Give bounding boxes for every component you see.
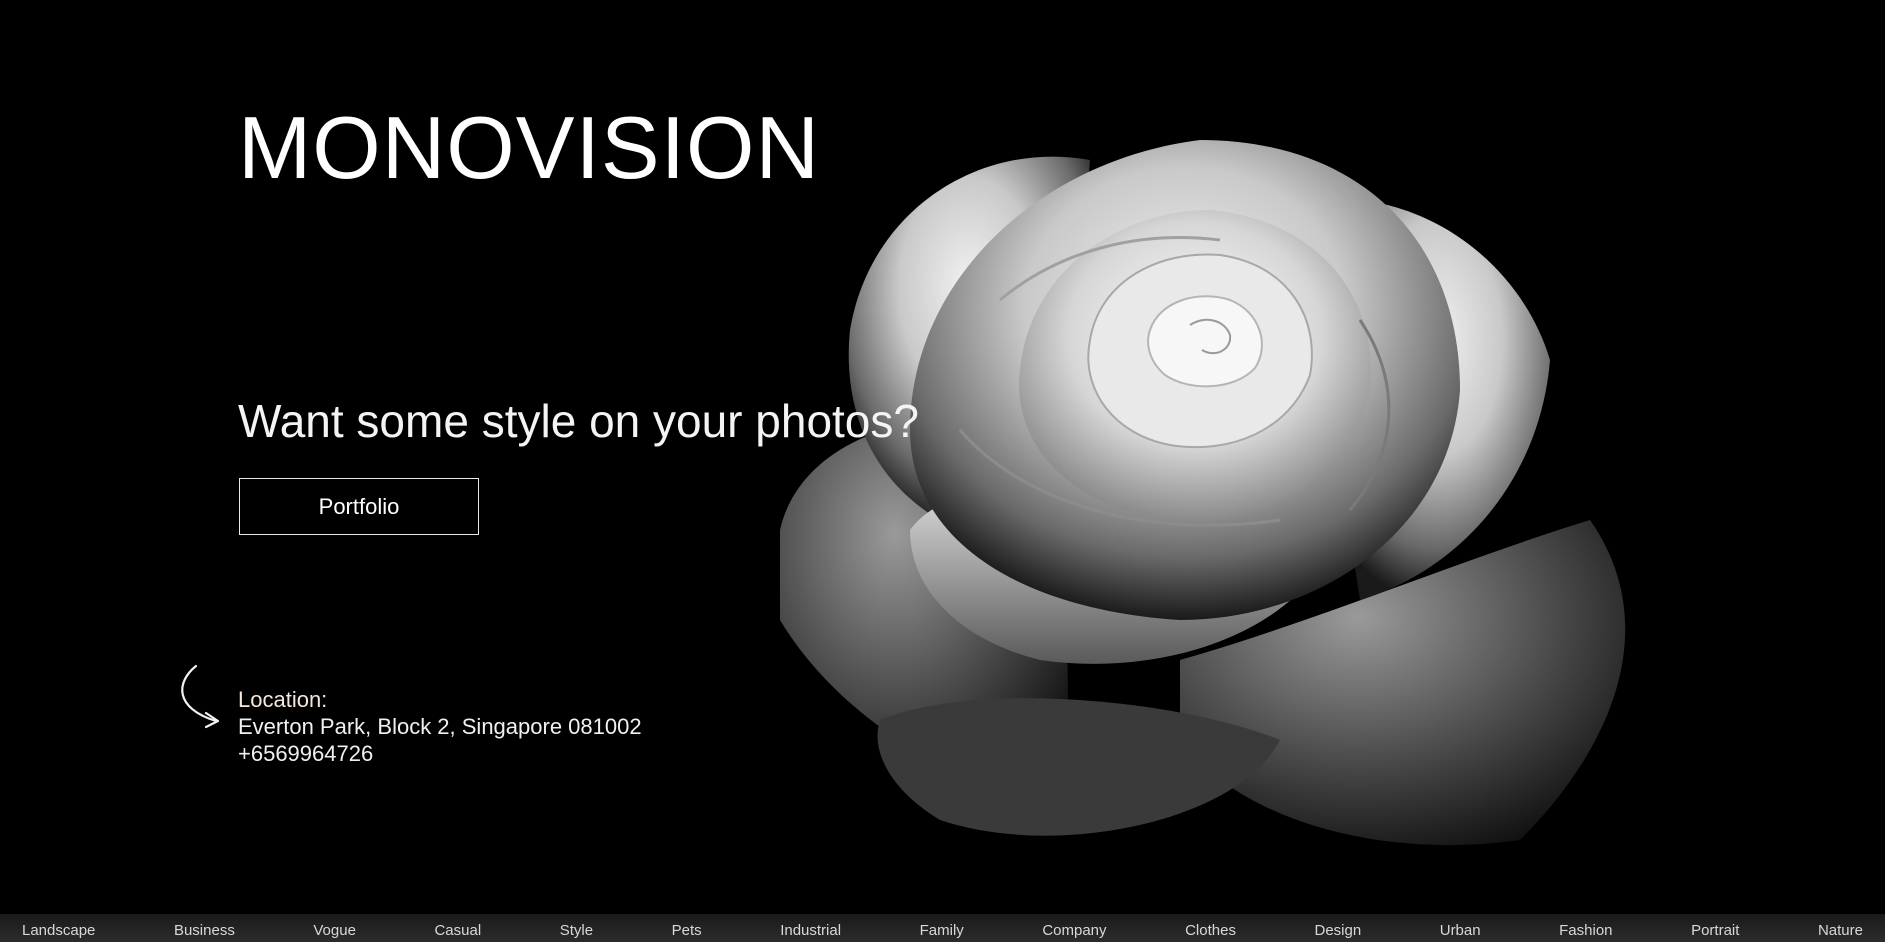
brand-title: MONOVISION <box>238 98 821 197</box>
phone-number: +6569964726 <box>238 741 374 766</box>
hero-tagline: Want some style on your photos? <box>238 395 919 447</box>
category-link-nature[interactable]: Nature <box>1818 922 1863 939</box>
rose-photo <box>780 140 1626 846</box>
category-link-pets[interactable]: Pets <box>672 922 702 939</box>
category-link-company[interactable]: Company <box>1042 922 1106 939</box>
category-link-family[interactable]: Family <box>920 922 964 939</box>
category-link-vogue[interactable]: Vogue <box>313 922 356 939</box>
category-link-clothes[interactable]: Clothes <box>1185 922 1236 939</box>
category-link-urban[interactable]: Urban <box>1440 922 1481 939</box>
category-link-industrial[interactable]: Industrial <box>780 922 841 939</box>
category-link-style[interactable]: Style <box>560 922 593 939</box>
portfolio-button[interactable]: Portfolio <box>239 478 479 535</box>
category-bar: Landscape Business Vogue Casual Style Pe… <box>0 914 1885 942</box>
category-link-landscape[interactable]: Landscape <box>22 922 95 939</box>
category-link-portrait[interactable]: Portrait <box>1691 922 1739 939</box>
category-link-casual[interactable]: Casual <box>434 922 481 939</box>
category-link-design[interactable]: Design <box>1314 922 1361 939</box>
category-link-business[interactable]: Business <box>174 922 235 939</box>
category-link-fashion[interactable]: Fashion <box>1559 922 1612 939</box>
location-label: Location: <box>238 687 328 712</box>
address-text: Everton Park, Block 2, Singapore 081002 <box>238 714 642 739</box>
location-block: Location: Everton Park, Block 2, Singapo… <box>238 686 642 767</box>
landing-page: MONOVISION Want some style on your photo… <box>0 0 1885 942</box>
curved-arrow-icon <box>181 664 220 729</box>
